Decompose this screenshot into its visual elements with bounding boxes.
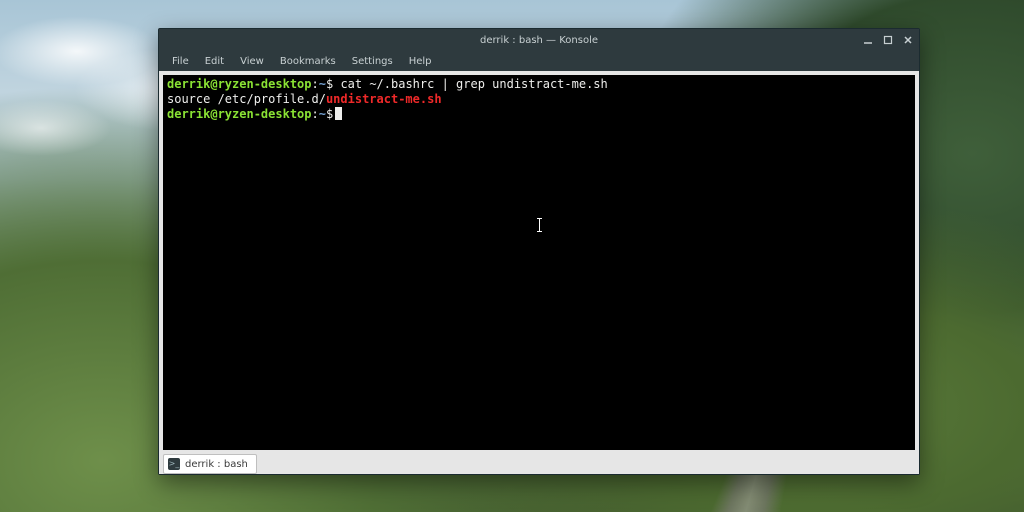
terminal-icon: >_ (168, 458, 180, 470)
menubar: File Edit View Bookmarks Settings Help (159, 51, 919, 71)
grep-match: undistract-me.sh (326, 92, 442, 106)
close-button[interactable] (901, 33, 915, 47)
prompt-cwd: ~ (319, 77, 326, 91)
prompt-user-host: derrik@ryzen-desktop (167, 77, 312, 91)
maximize-icon (883, 35, 893, 45)
prompt-user-host: derrik@ryzen-desktop (167, 107, 312, 121)
konsole-window: derrik : bash — Konsole File Edit View B… (158, 28, 920, 475)
menu-edit[interactable]: Edit (198, 54, 231, 69)
prompt-sep: : (312, 107, 319, 121)
tab-label: derrik : bash (185, 459, 248, 470)
menu-settings[interactable]: Settings (345, 54, 400, 69)
tab-bar: >_ derrik : bash (159, 454, 919, 474)
minimize-button[interactable] (861, 33, 875, 47)
command-text: cat ~/.bashrc | grep undistract-me.sh (340, 77, 607, 91)
menu-view[interactable]: View (233, 54, 271, 69)
window-controls (861, 29, 915, 51)
menu-bookmarks[interactable]: Bookmarks (273, 54, 343, 69)
window-titlebar[interactable]: derrik : bash — Konsole (159, 29, 919, 51)
close-icon (903, 35, 913, 45)
window-title: derrik : bash — Konsole (159, 35, 919, 46)
minimize-icon (863, 35, 873, 45)
prompt-sep: : (312, 77, 319, 91)
prompt-suffix: $ (326, 107, 333, 121)
text-cursor-ibeam-icon (539, 218, 540, 232)
maximize-button[interactable] (881, 33, 895, 47)
terminal-cursor (335, 107, 342, 120)
output-text: source /etc/profile.d/ (167, 92, 326, 106)
menu-file[interactable]: File (165, 54, 196, 69)
terminal-container: derrik@ryzen-desktop:~$ cat ~/.bashrc | … (159, 71, 919, 454)
desktop-wallpaper: derrik : bash — Konsole File Edit View B… (0, 0, 1024, 512)
prompt-cwd: ~ (319, 107, 326, 121)
terminal-viewport[interactable]: derrik@ryzen-desktop:~$ cat ~/.bashrc | … (163, 75, 915, 450)
menu-help[interactable]: Help (402, 54, 439, 69)
tab-active[interactable]: >_ derrik : bash (163, 454, 257, 474)
